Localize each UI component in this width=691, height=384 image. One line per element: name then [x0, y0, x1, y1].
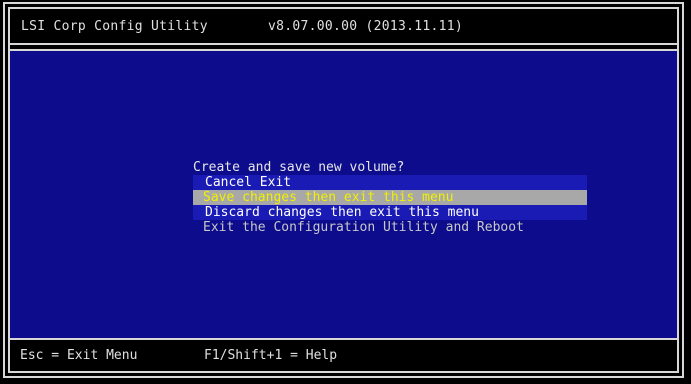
title-bar: LSI Corp Config Utility v8.07.00.00 (201…: [10, 9, 677, 45]
app-title: LSI Corp Config Utility: [21, 19, 208, 34]
menu-item-exit-and-reboot[interactable]: Exit the Configuration Utility and Reboo…: [193, 220, 587, 235]
version-label: v8.07.00.00 (2013.11.11): [268, 19, 464, 34]
status-bar: Esc = Exit Menu F1/Shift+1 = Help: [10, 340, 677, 371]
esc-hint: Esc = Exit Menu: [20, 348, 138, 363]
menu-item-save-and-exit[interactable]: Save changes then exit this menu: [193, 190, 587, 205]
exit-menu: Cancel Exit Save changes then exit this …: [193, 175, 587, 235]
menu-item-discard-and-exit[interactable]: Discard changes then exit this menu: [193, 205, 587, 220]
bios-screen: LSI Corp Config Utility v8.07.00.00 (201…: [0, 0, 691, 384]
menu-item-cancel-exit[interactable]: Cancel Exit: [193, 175, 587, 190]
dialog-prompt: Create and save new volume?: [193, 160, 405, 175]
help-hint: F1/Shift+1 = Help: [204, 348, 338, 363]
